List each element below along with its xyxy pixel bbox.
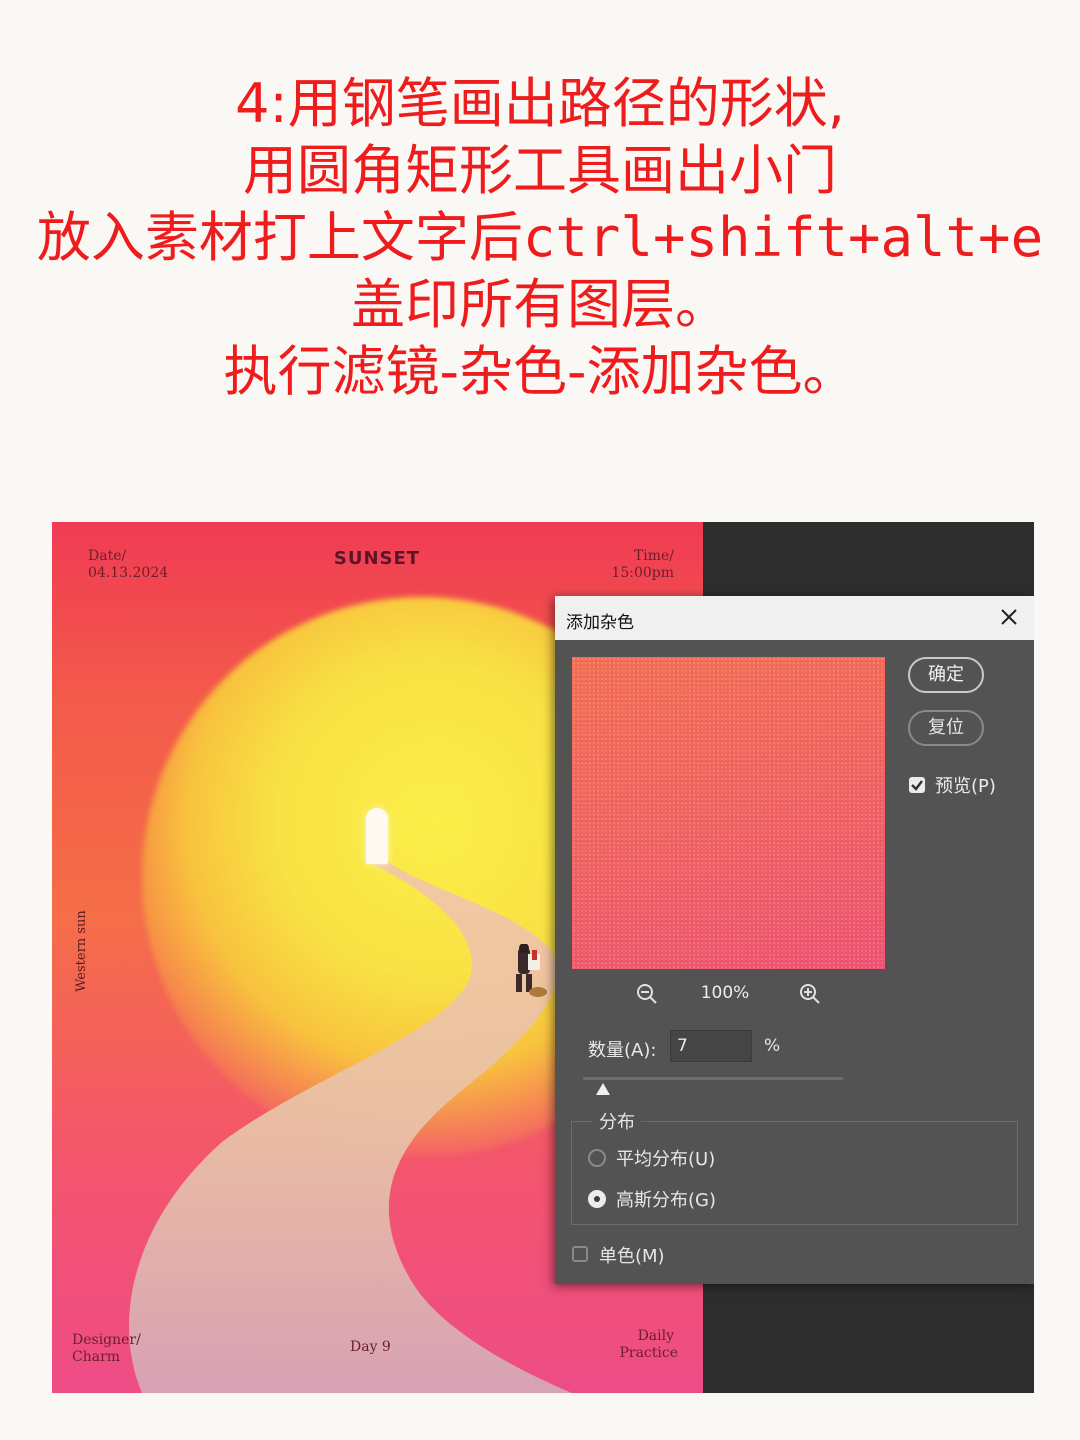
time-value: 15:00pm bbox=[611, 565, 674, 581]
zoom-level: 100% bbox=[700, 983, 750, 1003]
amount-slider-track[interactable] bbox=[583, 1077, 843, 1080]
time-label: Time/ bbox=[633, 548, 674, 564]
day-label: Day 9 bbox=[350, 1339, 391, 1355]
uniform-label: 平均分布(U) bbox=[616, 1149, 716, 1170]
noise-preview[interactable] bbox=[572, 657, 885, 969]
add-noise-dialog: 添加杂色 100% 确定 复位 预览(P) 数量(A): 7 % 分布 平均分布… bbox=[555, 596, 1034, 1284]
side-text: Western sun bbox=[74, 910, 89, 992]
close-icon bbox=[1001, 609, 1017, 625]
monochromatic-label: 单色(M) bbox=[599, 1246, 665, 1267]
checkmark-icon bbox=[911, 780, 923, 791]
date-value: 04.13.2024 bbox=[88, 565, 169, 581]
amount-unit: % bbox=[764, 1036, 781, 1056]
zoom-in-icon[interactable] bbox=[798, 982, 822, 1006]
instruction-line-3: 放入素材打上文字后ctrl+shift+alt+e bbox=[0, 204, 1080, 271]
amount-label: 数量(A): bbox=[588, 1040, 657, 1061]
slider-thumb-icon[interactable] bbox=[595, 1082, 611, 1096]
gaussian-radio[interactable] bbox=[588, 1190, 606, 1208]
instruction-line-2: 用圆角矩形工具画出小门 bbox=[243, 139, 837, 202]
ok-button[interactable]: 确定 bbox=[908, 657, 984, 693]
preview-label: 预览(P) bbox=[935, 776, 996, 797]
instruction-line-3-text: 放入素材打上文字后 bbox=[36, 206, 523, 269]
dialog-title: 添加杂色 bbox=[566, 613, 634, 633]
instruction-line-4: 盖印所有图层。 bbox=[351, 273, 729, 336]
zoom-controls: 100% bbox=[555, 980, 905, 1010]
gaussian-label: 高斯分布(G) bbox=[616, 1190, 716, 1211]
designer-value: Charm bbox=[72, 1349, 121, 1365]
close-button[interactable] bbox=[998, 606, 1020, 628]
instruction-line-5: 执行滤镜-杂色-添加杂色。 bbox=[223, 340, 857, 403]
reset-button[interactable]: 复位 bbox=[908, 710, 984, 746]
date-label: Date/ bbox=[88, 548, 127, 564]
daily-label: Daily bbox=[637, 1328, 674, 1344]
poster-title: SUNSET bbox=[333, 548, 421, 569]
instruction-line-1: 4:用钢笔画出路径的形状, bbox=[235, 72, 845, 135]
designer-label: Designer/ bbox=[72, 1332, 141, 1348]
zoom-out-icon[interactable] bbox=[635, 982, 659, 1006]
photoshop-screenshot: Date/ 04.13.2024 SUNSET Time/ 15:00pm We… bbox=[52, 522, 1034, 1393]
instruction-text: 4:用钢笔画出路径的形状, 用圆角矩形工具画出小门 放入素材打上文字后ctrl+… bbox=[0, 70, 1080, 405]
door-shape bbox=[366, 808, 388, 864]
practice-label: Practice bbox=[619, 1345, 678, 1361]
uniform-radio[interactable] bbox=[588, 1149, 606, 1167]
preview-checkbox[interactable] bbox=[909, 777, 925, 793]
traveler-figure bbox=[516, 944, 547, 997]
distribution-title: 分布 bbox=[593, 1108, 641, 1134]
monochromatic-checkbox[interactable] bbox=[572, 1246, 588, 1262]
shortcut-text: ctrl+shift+alt+e bbox=[522, 206, 1044, 269]
amount-input[interactable] bbox=[670, 1030, 752, 1062]
dialog-titlebar[interactable]: 添加杂色 bbox=[555, 596, 1034, 640]
